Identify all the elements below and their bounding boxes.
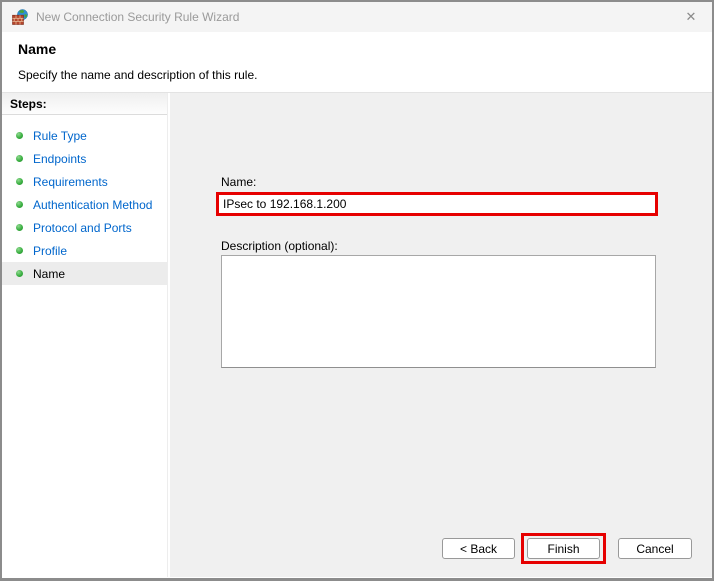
step-authentication-method[interactable]: Authentication Method xyxy=(2,193,167,216)
page-subtitle: Specify the name and description of this… xyxy=(18,68,258,82)
cancel-button[interactable]: Cancel xyxy=(618,538,692,559)
step-bullet-icon xyxy=(16,155,23,162)
annotation-box-name-input xyxy=(216,192,658,216)
close-icon: ✕ xyxy=(685,9,697,24)
step-label: Name xyxy=(33,266,66,281)
step-bullet-icon xyxy=(16,132,23,139)
rule-description-textarea[interactable] xyxy=(221,255,656,368)
steps-header: Steps: xyxy=(2,93,167,115)
step-bullet-icon xyxy=(16,224,23,231)
wizard-window: New Connection Security Rule Wizard ✕ Na… xyxy=(0,0,714,581)
step-bullet-icon xyxy=(16,178,23,185)
rule-name-input[interactable] xyxy=(219,195,655,213)
step-label: Profile xyxy=(33,243,68,258)
step-bullet-icon xyxy=(16,270,23,277)
wizard-body: Steps: Rule Type Endpoints Requirements … xyxy=(2,93,712,577)
back-button[interactable]: < Back xyxy=(442,538,515,559)
finish-button[interactable]: Finish xyxy=(527,538,600,559)
close-button[interactable]: ✕ xyxy=(670,2,712,32)
step-protocol-and-ports[interactable]: Protocol and Ports xyxy=(2,216,167,239)
step-endpoints[interactable]: Endpoints xyxy=(2,147,167,170)
step-bullet-icon xyxy=(16,247,23,254)
step-profile[interactable]: Profile xyxy=(2,239,167,262)
firewall-icon xyxy=(12,9,28,25)
page-title: Name xyxy=(18,41,57,57)
step-label: Requirements xyxy=(33,174,108,189)
main-pane: Name: Description (optional): < Back Fin… xyxy=(170,93,712,577)
step-requirements[interactable]: Requirements xyxy=(2,170,167,193)
window-title: New Connection Security Rule Wizard xyxy=(36,10,240,24)
steps-list: Rule Type Endpoints Requirements Authent… xyxy=(2,124,167,285)
step-bullet-icon xyxy=(16,201,23,208)
name-field-label: Name: xyxy=(221,175,257,189)
titlebar: New Connection Security Rule Wizard ✕ xyxy=(2,2,712,32)
wizard-header: Name Specify the name and description of… xyxy=(2,32,712,93)
step-label: Protocol and Ports xyxy=(33,220,132,235)
steps-sidebar: Steps: Rule Type Endpoints Requirements … xyxy=(2,93,168,577)
step-label: Authentication Method xyxy=(33,197,153,212)
step-name[interactable]: Name xyxy=(2,262,167,285)
step-rule-type[interactable]: Rule Type xyxy=(2,124,167,147)
step-label: Endpoints xyxy=(33,151,87,166)
annotation-box-finish-button: Finish xyxy=(521,533,606,564)
description-field-label: Description (optional): xyxy=(221,239,338,253)
step-label: Rule Type xyxy=(33,128,87,143)
